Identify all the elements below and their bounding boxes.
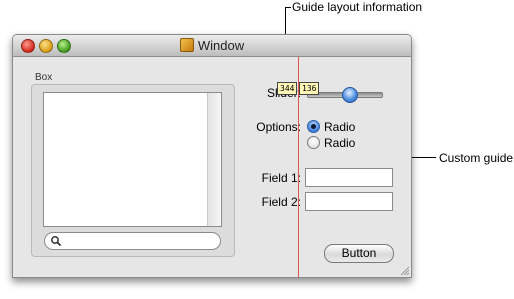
- radio-button-1[interactable]: [307, 120, 320, 133]
- custom-guide-callout-label: Custom guide: [439, 151, 514, 165]
- search-field[interactable]: [44, 232, 221, 250]
- list-view[interactable]: [43, 92, 222, 227]
- guide-position-badge: 344: [277, 82, 298, 95]
- slider-knob[interactable]: [341, 87, 358, 103]
- title-bar[interactable]: Window: [13, 35, 411, 57]
- box-title: Box: [35, 72, 53, 83]
- options-label: Options:: [256, 120, 301, 134]
- guide-distance-badge: 136: [299, 82, 320, 95]
- guide-layout-callout-label: Guide layout information: [292, 0, 423, 14]
- resize-grip-icon[interactable]: [399, 265, 409, 275]
- window-content: Box Slider: Options: Radio Radio Field 1: [13, 57, 411, 277]
- box-frame: [31, 84, 235, 257]
- radio-button-2[interactable]: [307, 136, 320, 149]
- field-2-label: Field 2:: [261, 195, 301, 209]
- push-button[interactable]: Button: [324, 244, 394, 263]
- window: Window Box Slider: Options: Radio: [12, 34, 412, 278]
- field-1-input[interactable]: [305, 168, 393, 187]
- field-1-label: Field 1:: [261, 171, 301, 185]
- window-title-text: Window: [197, 38, 245, 53]
- radio-option-1[interactable]: Radio: [307, 120, 355, 134]
- window-app-icon: [179, 38, 194, 52]
- radio-option-2-label: Radio: [324, 136, 356, 150]
- radio-option-1-label: Radio: [324, 120, 356, 134]
- list-scrollbar[interactable]: [207, 93, 221, 226]
- radio-option-2[interactable]: Radio: [307, 136, 355, 150]
- search-icon: [51, 236, 62, 247]
- field-2-input[interactable]: [305, 192, 393, 211]
- window-title: Window: [13, 38, 411, 53]
